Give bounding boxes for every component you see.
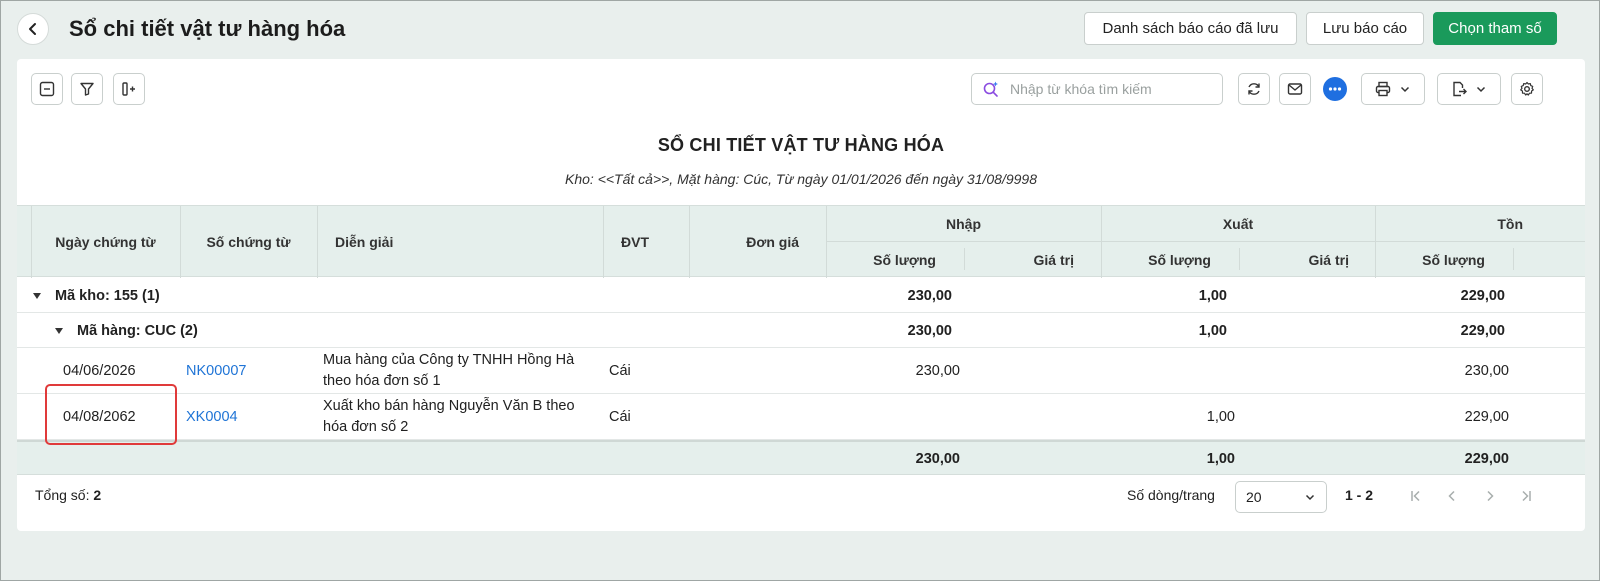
total-export-qty: 1,00 <box>1206 450 1235 467</box>
col-header-stock: Tồn <box>1497 215 1523 232</box>
export-qty: 1,00 <box>1198 287 1227 304</box>
settings-button[interactable] <box>1511 73 1543 105</box>
row-export-qty <box>1101 348 1235 394</box>
col-header-desc: Diễn giải <box>335 234 394 250</box>
rows-per-page-select[interactable]: 20 <box>1235 481 1327 513</box>
total-import-qty: 230,00 <box>915 450 960 467</box>
chevron-down-icon <box>1476 86 1486 93</box>
filter-icon <box>80 82 94 96</box>
col-header-doc-no: Số chứng từ <box>206 234 291 250</box>
row-doc-link[interactable]: NK00007 <box>186 348 246 394</box>
stock-qty: 229,00 <box>1460 322 1505 339</box>
page-header: Sổ chi tiết vật tư hàng hóa Danh sách bá… <box>1 1 1600 57</box>
first-page-icon <box>1411 490 1420 502</box>
row-unit: Cái <box>609 363 631 379</box>
choose-params-button[interactable]: Chọn tham số <box>1433 12 1557 45</box>
import-qty: 230,00 <box>907 287 952 304</box>
highlight-annotation <box>45 384 177 445</box>
caret-down-icon[interactable] <box>55 327 63 334</box>
group-row-warehouse[interactable]: Mã kho: 155 (1) 230,00 1,00 229,00 <box>17 278 1585 313</box>
chat-icon <box>1323 77 1347 101</box>
collapse-button[interactable] <box>31 73 63 105</box>
row-stock-qty: 230,00 <box>1464 363 1509 379</box>
row-export-qty: 1,00 <box>1206 409 1235 425</box>
chevron-down-icon <box>1400 86 1410 93</box>
printer-icon <box>1375 81 1391 97</box>
row-unit: Cái <box>609 409 631 425</box>
table-row[interactable]: 04/08/2062 XK0004 Xuất kho bán hàng Nguy… <box>17 394 1585 440</box>
print-dropdown[interactable] <box>1361 73 1425 105</box>
col-header-export-value: Giá trị <box>1308 251 1349 268</box>
total-stock-qty: 229,00 <box>1464 450 1509 467</box>
stock-qty: 229,00 <box>1460 287 1505 304</box>
group-row-item[interactable]: Mã hàng: CUC (2) 230,00 1,00 229,00 <box>17 313 1585 348</box>
rows-per-page-value: 20 <box>1246 489 1262 505</box>
group-label: Mã kho: 155 (1) <box>55 287 160 304</box>
row-desc-line1: Xuất kho bán hàng Nguyễn Văn B theo <box>323 398 575 414</box>
report-subtitle: Kho: <<Tất cả>>, Mặt hàng: Cúc, Từ ngày … <box>565 171 1037 187</box>
chevron-down-icon <box>1305 494 1315 501</box>
page-range: 1 - 2 <box>1345 487 1374 503</box>
rows-per-page-label: Số dòng/trang <box>1127 487 1215 503</box>
row-stock-qty: 229,00 <box>1464 409 1509 425</box>
refresh-icon <box>1248 83 1260 95</box>
col-header-stock-qty: Số lượng <box>1422 251 1485 268</box>
row-desc-line1: Mua hàng của Công ty TNHH Hồng Hà <box>323 352 575 368</box>
last-page-button[interactable] <box>1516 486 1536 506</box>
collapse-icon <box>39 81 55 97</box>
back-button[interactable] <box>17 13 49 45</box>
report-title: SỔ CHI TIẾT VẬT TƯ HÀNG HÓA <box>657 135 945 155</box>
prev-page-button[interactable] <box>1442 486 1462 506</box>
mail-icon <box>1287 83 1303 95</box>
row-desc-line2: hóa đơn số 2 <box>323 419 409 435</box>
table-header: Ngày chứng từ Số chứng từ Diễn giải ĐVT … <box>17 205 1585 278</box>
total-count-value: 2 <box>93 487 102 503</box>
export-dropdown[interactable] <box>1437 73 1501 105</box>
export-qty: 1,00 <box>1198 322 1227 339</box>
chevron-left-icon <box>1448 490 1455 502</box>
group-label: Mã hàng: CUC (2) <box>77 322 198 339</box>
col-header-export: Xuất <box>1222 215 1254 232</box>
email-button[interactable] <box>1279 73 1311 105</box>
row-import-qty <box>826 394 960 440</box>
insert-column-icon <box>122 82 135 96</box>
row-desc-line2: theo hóa đơn số 1 <box>323 373 441 389</box>
saved-reports-button[interactable]: Danh sách báo cáo đã lưu <box>1084 12 1297 45</box>
caret-down-icon[interactable] <box>33 292 41 299</box>
search-input[interactable] <box>1008 80 1208 98</box>
last-page-icon <box>1522 490 1531 502</box>
save-report-button[interactable]: Lưu báo cáo <box>1306 12 1424 45</box>
insert-column-button[interactable] <box>113 73 145 105</box>
first-page-button[interactable] <box>1406 486 1426 506</box>
total-row: 230,00 1,00 229,00 <box>17 440 1585 475</box>
filter-button[interactable] <box>71 73 103 105</box>
row-doc-link[interactable]: XK0004 <box>186 394 238 440</box>
col-header-import-qty: Số lượng <box>873 251 936 268</box>
page-title: Sổ chi tiết vật tư hàng hóa <box>69 16 346 41</box>
chevron-right-icon <box>1487 490 1494 502</box>
col-header-import: Nhập <box>946 215 981 232</box>
gear-icon <box>1520 81 1534 96</box>
export-file-icon <box>1453 81 1467 97</box>
col-header-date: Ngày chứng từ <box>55 234 156 250</box>
chevron-left-icon <box>29 23 36 35</box>
total-count: Tổng số: 2 <box>35 487 102 503</box>
col-header-unit-price: Đơn giá <box>746 234 799 250</box>
next-page-button[interactable] <box>1480 486 1500 506</box>
refresh-button[interactable] <box>1238 73 1270 105</box>
table-row[interactable]: 04/06/2026 NK00007 Mua hàng của Công ty … <box>17 348 1585 394</box>
col-header-import-value: Giá trị <box>1033 251 1074 268</box>
import-qty: 230,00 <box>907 322 952 339</box>
col-header-unit: ĐVT <box>621 234 649 250</box>
chat-button[interactable] <box>1319 73 1351 105</box>
col-header-export-qty: Số lượng <box>1148 251 1211 268</box>
search-box[interactable] <box>971 73 1223 105</box>
report-card: SỔ CHI TIẾT VẬT TƯ HÀNG HÓA Kho: <<Tất c… <box>17 59 1585 531</box>
row-import-qty: 230,00 <box>915 363 960 379</box>
ai-search-icon <box>983 81 998 97</box>
